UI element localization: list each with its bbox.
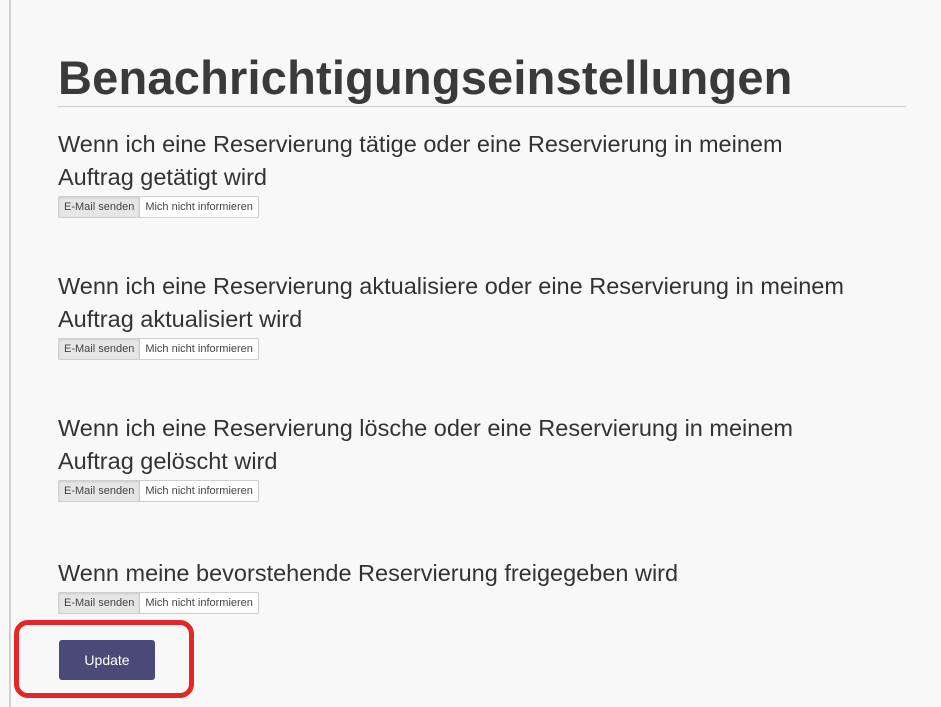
main-content: Benachrichtigungseinstellungen Wenn ich … [58,0,908,614]
notification-option-group: E-Mail senden Mich nicht informieren [58,480,259,502]
option-send-email[interactable]: E-Mail senden [59,197,141,217]
update-button[interactable]: Update [59,640,155,680]
setting-reservation-deleted: Wenn ich eine Reservierung lösche oder e… [58,412,838,502]
notification-settings-page: Benachrichtigungseinstellungen Wenn ich … [0,0,941,707]
option-do-not-notify[interactable]: Mich nicht informieren [140,593,258,613]
option-send-email[interactable]: E-Mail senden [59,593,141,613]
option-do-not-notify[interactable]: Mich nicht informieren [140,481,258,501]
setting-reservation-released: Wenn meine bevorstehende Reservierung fr… [58,557,888,614]
notification-option-group: E-Mail senden Mich nicht informieren [58,196,259,218]
setting-label: Wenn ich eine Reservierung aktualisiere … [58,273,844,332]
option-do-not-notify[interactable]: Mich nicht informieren [140,197,258,217]
option-send-email[interactable]: E-Mail senden [59,339,141,359]
setting-label: Wenn ich eine Reservierung tätige oder e… [58,131,783,190]
page-title: Benachrichtigungseinstellungen [58,51,793,104]
option-send-email[interactable]: E-Mail senden [59,481,141,501]
title-divider [58,106,906,107]
setting-reservation-created: Wenn ich eine Reservierung tätige oder e… [58,128,838,218]
notification-option-group: E-Mail senden Mich nicht informieren [58,338,259,360]
setting-label: Wenn meine bevorstehende Reservierung fr… [58,560,679,586]
left-border [9,0,11,707]
option-do-not-notify[interactable]: Mich nicht informieren [140,339,258,359]
setting-reservation-updated: Wenn ich eine Reservierung aktualisiere … [58,270,888,360]
notification-option-group: E-Mail senden Mich nicht informieren [58,592,259,614]
setting-label: Wenn ich eine Reservierung lösche oder e… [58,415,793,474]
